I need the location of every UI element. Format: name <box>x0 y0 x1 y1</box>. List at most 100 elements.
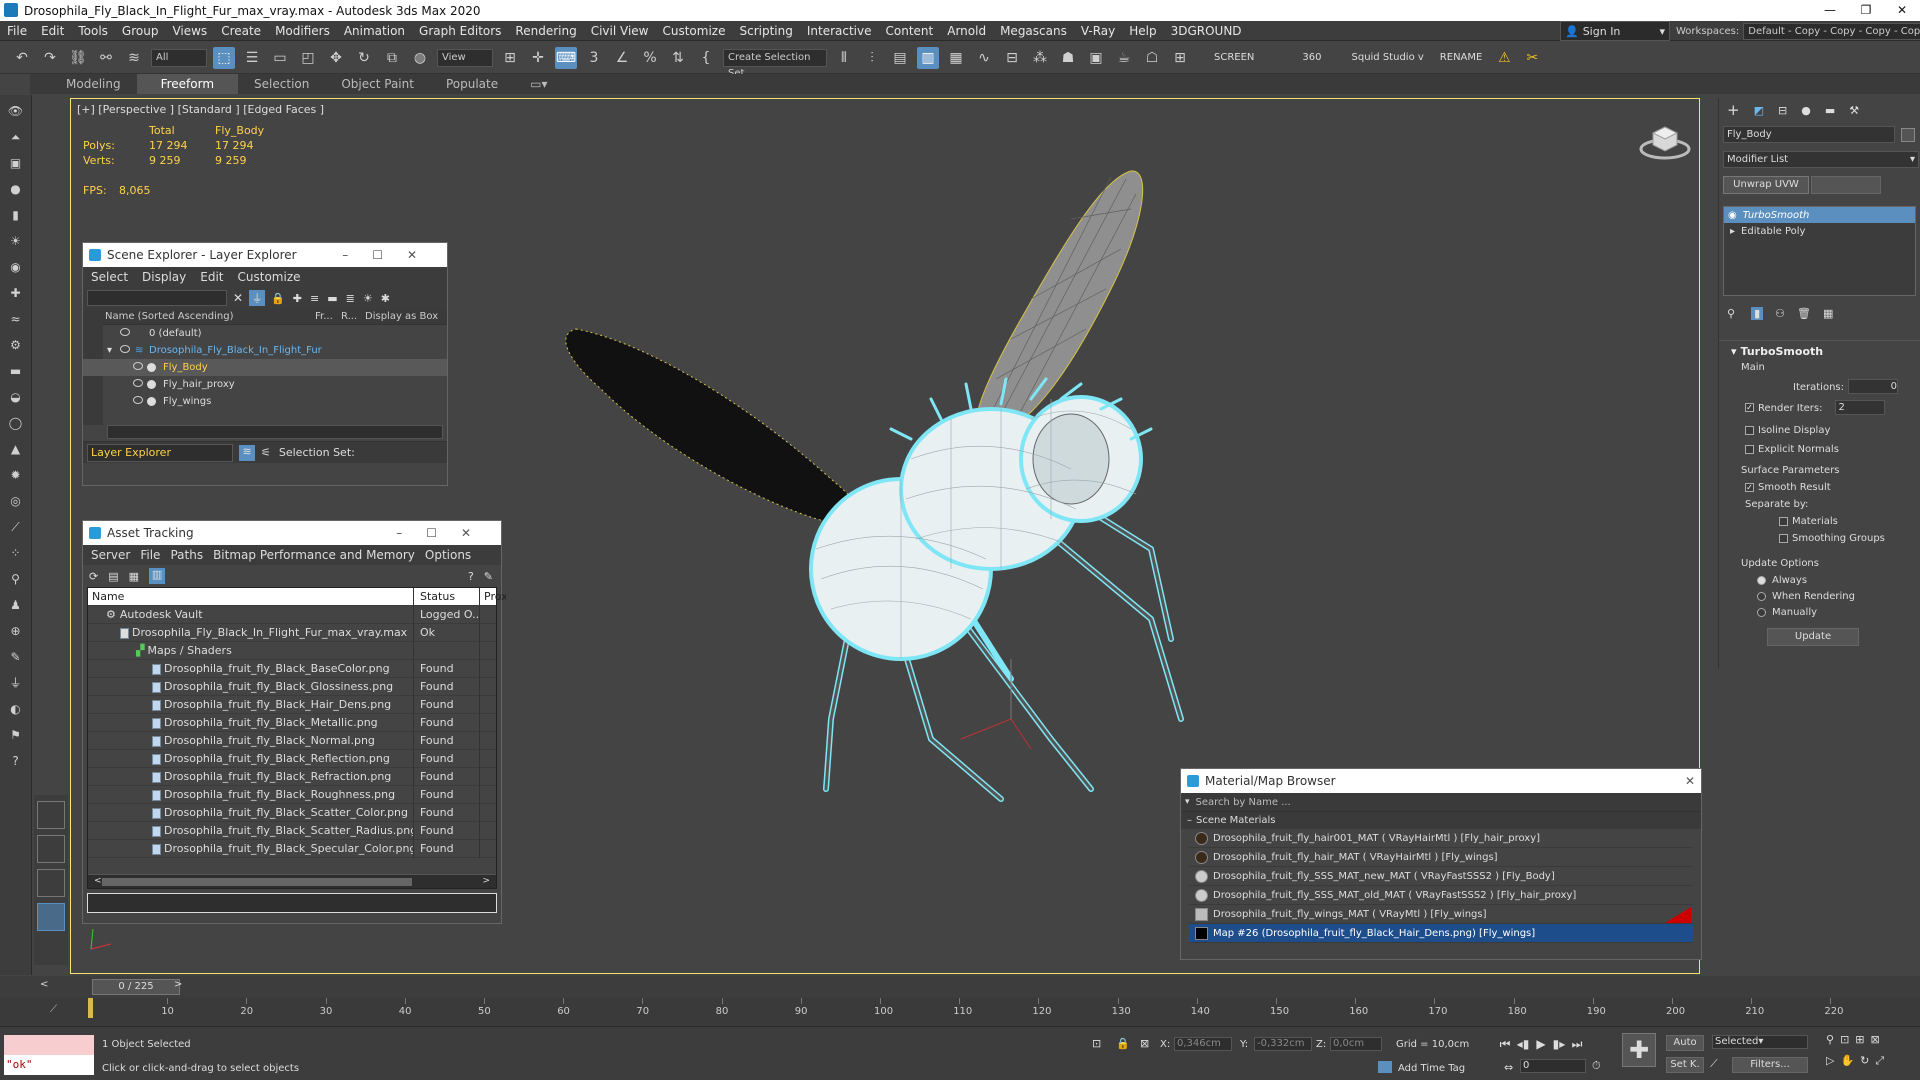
col-r-header[interactable]: R... <box>341 309 365 325</box>
angle-snap-icon[interactable]: ∠ <box>611 47 633 69</box>
scene-menu-edit[interactable]: Edit <box>200 270 223 284</box>
asset-row-vault[interactable]: ⚙ Autodesk Vault Logged O... <box>88 606 496 624</box>
material-row[interactable]: Drosophila_fruit_fly_hair_MAT ( VRayHair… <box>1189 848 1693 867</box>
toggle-ribbon-icon[interactable]: ▦ <box>945 47 967 69</box>
undo-icon[interactable]: ↶ <box>11 47 33 69</box>
rename-button[interactable]: RENAME <box>1440 52 1483 63</box>
figure-icon[interactable]: ♟ <box>6 595 26 615</box>
asset-horizontal-scrollbar[interactable]: < > <box>88 874 496 888</box>
col-fr-header[interactable]: Fr... <box>315 309 341 325</box>
render-iterative-icon[interactable]: ☖ <box>1141 47 1163 69</box>
unlink-icon[interactable]: ⚯ <box>95 47 117 69</box>
eye-icon[interactable] <box>133 362 143 370</box>
maxscript-listener[interactable]: "ok" <box>4 1035 94 1075</box>
sync-icon[interactable]: ✱ <box>381 292 390 305</box>
select-by-name-icon[interactable]: ☰ <box>241 47 263 69</box>
go-to-start-icon[interactable]: ⏮ <box>1496 1035 1514 1053</box>
collapse-icon[interactable]: ▾ <box>107 342 112 359</box>
material-row[interactable]: Drosophila_fruit_fly_wings_MAT ( VRayMtl… <box>1189 905 1693 924</box>
curve-editor-toggle-icon[interactable]: ⟋ <box>50 1004 57 1015</box>
smoothing-groups-checkbox[interactable] <box>1779 533 1788 543</box>
always-radio[interactable] <box>1757 575 1766 585</box>
stack-item-editable-poly[interactable]: ▸ Editable Poly <box>1724 223 1915 239</box>
when-rendering-radio[interactable] <box>1757 591 1766 601</box>
scene-explorer-window-buttons[interactable]: –☐✕ <box>342 243 441 267</box>
asset-path-field[interactable] <box>87 893 497 913</box>
timeline-ruler[interactable]: ⟋ 10 20 30 40 50 60 70 80 90 100 110 120 130 140 150 16… <box>0 998 1920 1026</box>
scene-menu-customize[interactable]: Customize <box>238 270 301 284</box>
mirror-icon[interactable]: ⫴ <box>833 47 855 69</box>
particles-icon[interactable]: ⁘ <box>6 543 26 563</box>
menu-graph-editors[interactable]: Graph Editors <box>412 21 508 41</box>
torus-icon[interactable]: ◯ <box>6 413 26 433</box>
material-row[interactable]: Drosophila_fruit_fly_SSS_MAT_old_MAT ( V… <box>1189 886 1693 905</box>
fov-icon[interactable]: ▷ <box>1826 1054 1834 1067</box>
ribbon-toggle-icon[interactable]: ▭▾ <box>514 74 563 94</box>
key-selection-dropdown[interactable]: Selected▾ <box>1712 1035 1808 1049</box>
menu-scripting[interactable]: Scripting <box>732 21 799 41</box>
modifier-list-dropdown[interactable]: Modifier List ▾ <box>1723 151 1919 168</box>
filters-button[interactable]: Filters... <box>1732 1057 1808 1073</box>
material-editor-icon[interactable]: ⁂ <box>1029 47 1051 69</box>
keyboard-shortcut-override-icon[interactable]: ⌨ <box>555 46 577 69</box>
asset-row-max-file[interactable]: Drosophila_Fly_Black_In_Flight_Fur_max_v… <box>88 624 496 642</box>
unwrap-uvw-button[interactable]: Unwrap UVW <box>1723 176 1809 194</box>
modify-tab-icon[interactable]: ◩ <box>1754 104 1764 117</box>
selection-filter-dropdown[interactable]: All <box>151 48 207 67</box>
menu-interactive[interactable]: Interactive <box>800 21 879 41</box>
maximize-button[interactable]: ❐ <box>1848 0 1884 21</box>
scene-menu-select[interactable]: Select <box>91 270 128 284</box>
tab-object-paint[interactable]: Object Paint <box>325 74 430 94</box>
select-object-icon[interactable]: ⬚ <box>213 46 235 69</box>
material-browser-close-button[interactable]: ✕ <box>1685 769 1695 793</box>
asset-settings-icon[interactable]: ✎ <box>484 570 493 583</box>
lock-icon[interactable]: 🔒 <box>271 292 285 305</box>
menu-create[interactable]: Create <box>214 21 268 41</box>
chevron-down-icon[interactable]: ▾ <box>1185 797 1190 807</box>
maximize-viewport-icon[interactable]: ⤢ <box>1875 1054 1884 1067</box>
bones-icon[interactable]: ⟋ <box>6 517 26 537</box>
close-button[interactable]: ✕ <box>1884 0 1920 21</box>
object-name-field[interactable]: Fly_Body <box>1723 126 1895 143</box>
iterations-spinner[interactable]: 0 <box>1848 379 1898 394</box>
eye-icon[interactable]: 👁 <box>6 101 26 121</box>
y-coordinate-field[interactable]: -0,332cm <box>1254 1037 1312 1051</box>
asset-row-map[interactable]: Drosophila_fruit_fly_Black_Scatter_Radiu… <box>88 822 496 840</box>
render-iters-checkbox[interactable]: ✓ <box>1745 403 1754 412</box>
manually-radio[interactable] <box>1757 607 1766 617</box>
asset-menu-options[interactable]: Options <box>425 548 471 562</box>
z-coordinate-field[interactable]: 0,0cm <box>1330 1037 1382 1051</box>
utilities-tab-icon[interactable]: ⚒ <box>1849 104 1859 117</box>
clear-search-icon[interactable]: ✕ <box>233 291 243 305</box>
smooth-result-checkbox[interactable]: ✓ <box>1745 482 1754 492</box>
configure-sets-icon[interactable]: ▦ <box>1823 307 1833 320</box>
bulb-icon[interactable]: ✹ <box>6 465 26 485</box>
rotate-icon[interactable]: ↻ <box>353 47 375 69</box>
asset-row-maps-folder[interactable]: ▞ Maps / Shaders <box>88 642 496 660</box>
rect-selection-icon[interactable]: ▭ <box>269 47 291 69</box>
layer-explorer-dropdown[interactable]: Layer Explorer <box>87 443 233 462</box>
scene-row-fly-wings[interactable]: Fly_wings <box>83 393 447 410</box>
zoom-extents-icon[interactable]: ⊞ <box>1855 1033 1864 1046</box>
camera-icon[interactable]: ◉ <box>6 257 26 277</box>
render-iters-spinner[interactable]: 2 <box>1834 400 1885 415</box>
asset-col-status[interactable]: Status <box>416 588 480 606</box>
bind-spacewarp-icon[interactable]: ≋ <box>123 47 145 69</box>
named-selection-icon[interactable]: { <box>695 47 717 69</box>
eye-icon[interactable]: ◉ <box>1728 210 1737 221</box>
squid-studio-button[interactable]: Squid Studio v <box>1352 52 1424 63</box>
stack-icon[interactable]: ≡ <box>310 292 319 305</box>
sphere-icon[interactable]: ● <box>6 179 26 199</box>
fly-wing-black[interactable] <box>565 328 862 528</box>
scene-row-fly-layer[interactable]: ▾ ≋ Drosophila_Fly_Black_In_Flight_Fur <box>83 342 447 359</box>
percent-snap-icon[interactable]: % <box>639 47 661 69</box>
toggle-scene-explorer-icon[interactable]: ▤ <box>889 47 911 69</box>
palette-icon[interactable]: ✎ <box>6 647 26 667</box>
layers-icon[interactable]: ⏶ <box>6 127 26 147</box>
toggle-layer-explorer-icon[interactable]: ▥ <box>917 46 939 69</box>
scissors-icon[interactable]: ✂ <box>1521 47 1543 69</box>
x-coordinate-field[interactable]: 0,346cm <box>1174 1037 1232 1051</box>
menu-help[interactable]: Help <box>1122 21 1163 41</box>
timeline-playhead[interactable] <box>88 998 93 1018</box>
material-row[interactable]: Drosophila_fruit_fly_hair001_MAT ( VRayH… <box>1189 829 1693 848</box>
